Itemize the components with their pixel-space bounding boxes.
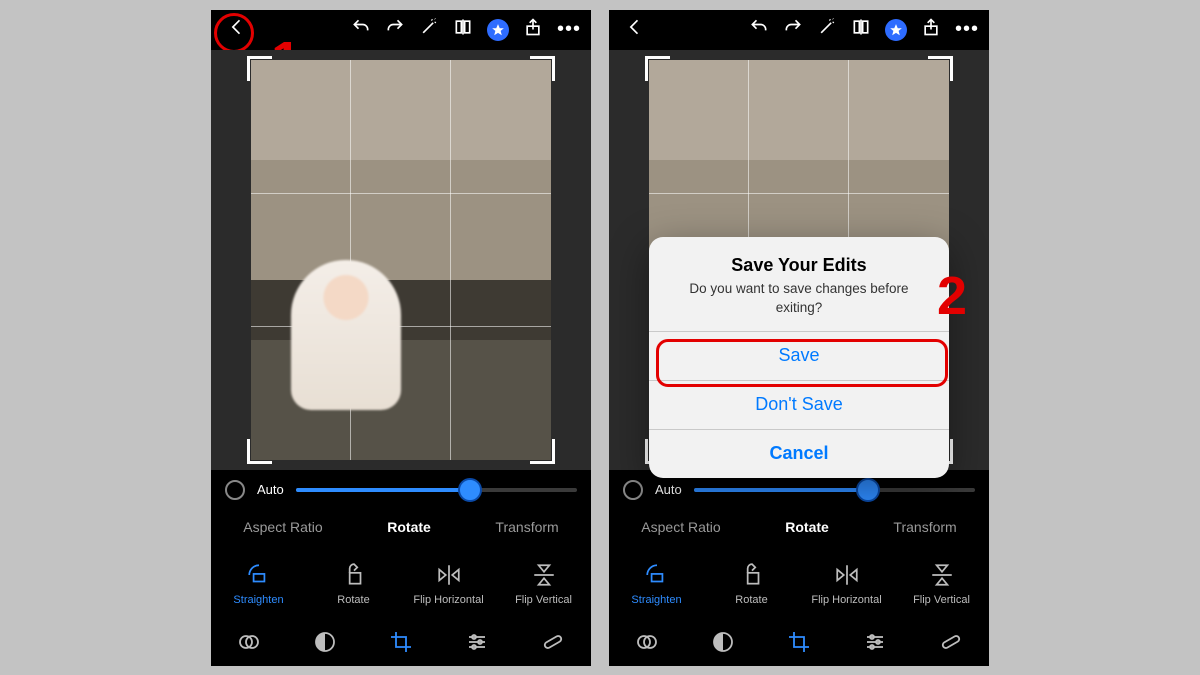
- tab-rotate[interactable]: Rotate: [387, 519, 431, 535]
- crop-tabs: Aspect Ratio Rotate Transform: [609, 510, 989, 544]
- photo-with-crop-grid[interactable]: [251, 60, 551, 460]
- nav-looks-icon[interactable]: [237, 630, 261, 659]
- app-top-bar: •••: [609, 10, 989, 50]
- bottom-nav: [609, 624, 989, 666]
- tool-rotate[interactable]: Rotate: [314, 562, 394, 606]
- compare-icon[interactable]: [851, 17, 871, 42]
- nav-adjust-icon[interactable]: [465, 630, 489, 659]
- crop-tabs: Aspect Ratio Rotate Transform: [211, 510, 591, 544]
- straighten-slider[interactable]: [296, 488, 577, 492]
- share-icon[interactable]: [921, 17, 941, 42]
- auto-label: Auto: [257, 482, 284, 497]
- tab-transform[interactable]: Transform: [495, 519, 558, 535]
- magic-wand-icon[interactable]: [419, 17, 439, 42]
- favorite-star-icon[interactable]: [487, 19, 509, 41]
- annotation-highlight-save: [656, 339, 948, 387]
- tab-transform[interactable]: Transform: [893, 519, 956, 535]
- nav-looks-icon[interactable]: [635, 630, 659, 659]
- nav-crop-icon[interactable]: [787, 630, 811, 659]
- tool-straighten[interactable]: Straighten: [219, 562, 299, 606]
- magic-wand-icon[interactable]: [817, 17, 837, 42]
- rotate-tools-row: Straighten Rotate Flip Horizontal Flip V…: [211, 544, 591, 624]
- tab-aspect-ratio[interactable]: Aspect Ratio: [243, 519, 322, 535]
- nav-effects-icon[interactable]: [313, 630, 337, 659]
- auto-radio[interactable]: [225, 480, 245, 500]
- undo-icon[interactable]: [351, 17, 371, 42]
- tab-aspect-ratio[interactable]: Aspect Ratio: [641, 519, 720, 535]
- annotation-circle-back: [214, 13, 254, 53]
- cancel-button[interactable]: Cancel: [649, 429, 949, 478]
- auto-radio[interactable]: [623, 480, 643, 500]
- nav-adjust-icon[interactable]: [863, 630, 887, 659]
- tool-rotate[interactable]: Rotate: [712, 562, 792, 606]
- compare-icon[interactable]: [453, 17, 473, 42]
- dont-save-button[interactable]: Don't Save: [649, 380, 949, 429]
- bottom-nav: [211, 624, 591, 666]
- tool-straighten[interactable]: Straighten: [617, 562, 697, 606]
- rotate-tools-row: Straighten Rotate Flip Horizontal Flip V…: [609, 544, 989, 624]
- app-top-bar: •••: [211, 10, 591, 50]
- slider-thumb[interactable]: [856, 478, 880, 502]
- back-icon[interactable]: [625, 17, 645, 42]
- favorite-star-icon[interactable]: [885, 19, 907, 41]
- tool-flip-vertical[interactable]: Flip Vertical: [902, 562, 982, 606]
- nav-effects-icon[interactable]: [711, 630, 735, 659]
- more-icon[interactable]: •••: [955, 18, 979, 41]
- screenshot-step-2: ••• Auto Aspect Ratio Rotate Transform S…: [609, 10, 989, 666]
- screenshot-step-1: ••• 1 Auto Aspect Ratio Rotate Transform…: [211, 10, 591, 666]
- nav-heal-icon[interactable]: [939, 630, 963, 659]
- edit-canvas[interactable]: [211, 50, 591, 470]
- tab-rotate[interactable]: Rotate: [785, 519, 829, 535]
- tool-flip-horizontal[interactable]: Flip Horizontal: [807, 562, 887, 606]
- tool-flip-vertical[interactable]: Flip Vertical: [504, 562, 584, 606]
- straighten-slider-row: Auto: [211, 470, 591, 510]
- auto-label: Auto: [655, 482, 682, 497]
- dialog-message: Do you want to save changes before exiti…: [665, 280, 933, 316]
- slider-thumb[interactable]: [458, 478, 482, 502]
- straighten-slider[interactable]: [694, 488, 975, 492]
- undo-icon[interactable]: [749, 17, 769, 42]
- dialog-title: Save Your Edits: [665, 255, 933, 276]
- redo-icon[interactable]: [385, 17, 405, 42]
- redo-icon[interactable]: [783, 17, 803, 42]
- step-number-2: 2: [937, 265, 967, 327]
- more-icon[interactable]: •••: [557, 18, 581, 41]
- tool-flip-horizontal[interactable]: Flip Horizontal: [409, 562, 489, 606]
- nav-crop-icon[interactable]: [389, 630, 413, 659]
- share-icon[interactable]: [523, 17, 543, 42]
- nav-heal-icon[interactable]: [541, 630, 565, 659]
